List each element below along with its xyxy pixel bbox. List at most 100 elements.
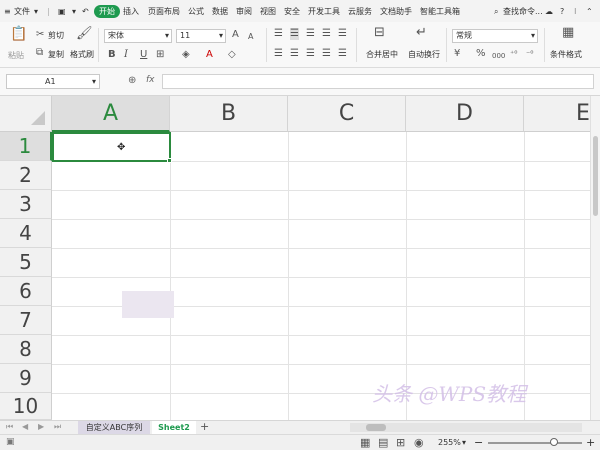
merge-center-icon[interactable]: ⊟ [374, 26, 385, 39]
collapse-ribbon-icon[interactable]: ⌃ [586, 5, 593, 18]
wrap-text-icon[interactable]: ↵ [416, 26, 427, 39]
quick-access-chevron-icon[interactable]: ▾ [72, 5, 76, 18]
tab-page-layout[interactable]: 页面布局 [148, 5, 180, 18]
tab-home[interactable]: 开始 [94, 5, 120, 18]
tab-view[interactable]: 视图 [260, 5, 276, 18]
percent-button[interactable]: % [476, 48, 486, 60]
fx-button[interactable]: fx [146, 75, 155, 85]
tab-doc-assistant[interactable]: 文档助手 [380, 5, 412, 18]
formula-input[interactable] [162, 74, 594, 89]
file-menu-chevron-icon[interactable]: ▾ [34, 5, 38, 18]
zoom-level[interactable]: 255% [438, 438, 461, 447]
thousands-button[interactable]: 000 [492, 50, 505, 62]
tab-smart-toolbox[interactable]: 智能工具箱 [420, 5, 460, 18]
row-header-6[interactable]: 6 [0, 277, 52, 306]
reading-mode-icon[interactable]: ◉ [414, 436, 424, 449]
tab-data[interactable]: 数据 [212, 5, 228, 18]
conditional-format-button[interactable]: 条件格式 [550, 49, 582, 60]
horizontal-scrollbar[interactable] [350, 423, 582, 432]
grow-font-button[interactable]: A [232, 29, 239, 41]
vertical-scrollbar[interactable] [590, 96, 600, 420]
cloud-sync-icon[interactable]: ☁ [545, 5, 553, 18]
file-menu[interactable]: 文件 [14, 5, 30, 18]
distributed-icon[interactable]: ☰ [322, 48, 331, 60]
currency-icon[interactable]: ¥ [454, 48, 460, 60]
fill-color-icon[interactable]: ◈ [182, 49, 190, 61]
fill-handle[interactable] [167, 158, 172, 163]
name-box[interactable]: A1 ▾ [6, 74, 100, 89]
zoom-slider[interactable] [488, 438, 582, 446]
row-header-4[interactable]: 4 [0, 219, 52, 248]
align-top-icon[interactable]: ☰ [274, 28, 283, 40]
align-justify-icon[interactable]: ☰ [322, 28, 331, 40]
tab-review[interactable]: 审阅 [236, 5, 252, 18]
paste-icon[interactable]: 📋 [10, 27, 27, 41]
macro-record-icon[interactable]: ▣ [6, 437, 15, 447]
font-size-select[interactable]: 11 ▾ [176, 29, 226, 43]
undo-icon[interactable]: ↶ [82, 5, 89, 18]
copy-button[interactable]: 复制 [48, 49, 64, 60]
sheet-tab-2[interactable]: Sheet2 [152, 421, 196, 434]
align-bottom-icon[interactable]: ☰ [306, 28, 315, 40]
row-header-3[interactable]: 3 [0, 190, 52, 219]
row-header-9[interactable]: 9 [0, 364, 52, 393]
increase-decimal-icon[interactable]: ⁺⁰ [510, 48, 517, 60]
format-painter-button[interactable]: 格式刷 [70, 49, 94, 60]
paste-button[interactable]: 粘贴 [8, 50, 24, 61]
border-icon[interactable]: ⊞ [156, 49, 164, 61]
clear-format-icon[interactable]: ◇ [228, 49, 236, 61]
tab-formulas[interactable]: 公式 [188, 5, 204, 18]
zoom-level-chevron-icon[interactable]: ▾ [462, 438, 466, 447]
column-header-a[interactable]: A [52, 96, 170, 132]
tab-developer[interactable]: 开发工具 [308, 5, 340, 18]
format-painter-icon[interactable]: 🖌 [76, 27, 93, 40]
cut-icon[interactable]: ✂ [36, 29, 44, 41]
italic-button[interactable]: I [124, 49, 128, 61]
column-header-e[interactable]: E [524, 96, 590, 132]
zoom-in-button[interactable]: + [586, 436, 595, 449]
outdent-icon[interactable]: ☰ [338, 48, 347, 60]
search-command[interactable]: 查找命令... [503, 5, 543, 18]
conditional-format-icon[interactable]: ▦ [562, 26, 574, 39]
horizontal-scroll-thumb[interactable] [366, 424, 386, 431]
tab-security[interactable]: 安全 [284, 5, 300, 18]
merge-center-button[interactable]: 合并居中 [366, 49, 398, 60]
align-center-icon[interactable]: ☰ [290, 48, 299, 60]
shrink-font-button[interactable]: A [248, 31, 253, 43]
menu-icon[interactable]: ≡ [4, 5, 11, 18]
save-icon[interactable]: ▣ [58, 5, 66, 18]
row-header-7[interactable]: 7 [0, 306, 52, 335]
tab-cloud[interactable]: 云服务 [348, 5, 372, 18]
align-right-icon[interactable]: ☰ [306, 48, 315, 60]
normal-view-icon[interactable]: ▦ [360, 436, 370, 449]
page-break-view-icon[interactable]: ▤ [378, 436, 388, 449]
search-icon[interactable]: ⌕ [494, 5, 498, 18]
next-sheet-icon[interactable]: ▶ [38, 422, 44, 431]
row-header-1[interactable]: 1 [0, 132, 52, 161]
zoom-slider-knob[interactable] [550, 438, 558, 446]
column-header-c[interactable]: C [288, 96, 406, 132]
align-middle-icon[interactable]: ☰ [290, 28, 299, 40]
copy-icon[interactable]: ⧉ [36, 47, 43, 59]
cut-button[interactable]: 剪切 [48, 30, 64, 41]
font-name-select[interactable]: 宋体 ▾ [104, 29, 172, 43]
zoom-icon[interactable]: ⊕ [128, 75, 136, 86]
help-icon[interactable]: ? [560, 5, 564, 18]
first-sheet-icon[interactable]: ⏮ [6, 422, 13, 432]
select-all-corner[interactable] [0, 96, 52, 132]
row-header-2[interactable]: 2 [0, 161, 52, 190]
decrease-decimal-icon[interactable]: ⁻⁰ [526, 48, 533, 60]
row-header-5[interactable]: 5 [0, 248, 52, 277]
active-cell-a1[interactable] [52, 132, 172, 163]
number-format-select[interactable]: 常规 ▾ [452, 29, 538, 43]
font-color-icon[interactable]: A [206, 49, 213, 61]
column-header-d[interactable]: D [406, 96, 524, 132]
vertical-scroll-thumb[interactable] [593, 136, 598, 216]
align-left-icon[interactable]: ☰ [274, 48, 283, 60]
sheet-tab-1[interactable]: 自定义ABC序列 [78, 421, 150, 434]
zoom-out-button[interactable]: − [474, 436, 483, 449]
indent-icon[interactable]: ☰ [338, 28, 347, 40]
more-icon[interactable]: ⁝ [574, 5, 577, 18]
page-layout-view-icon[interactable]: ⊞ [396, 436, 405, 449]
column-header-b[interactable]: B [170, 96, 288, 132]
